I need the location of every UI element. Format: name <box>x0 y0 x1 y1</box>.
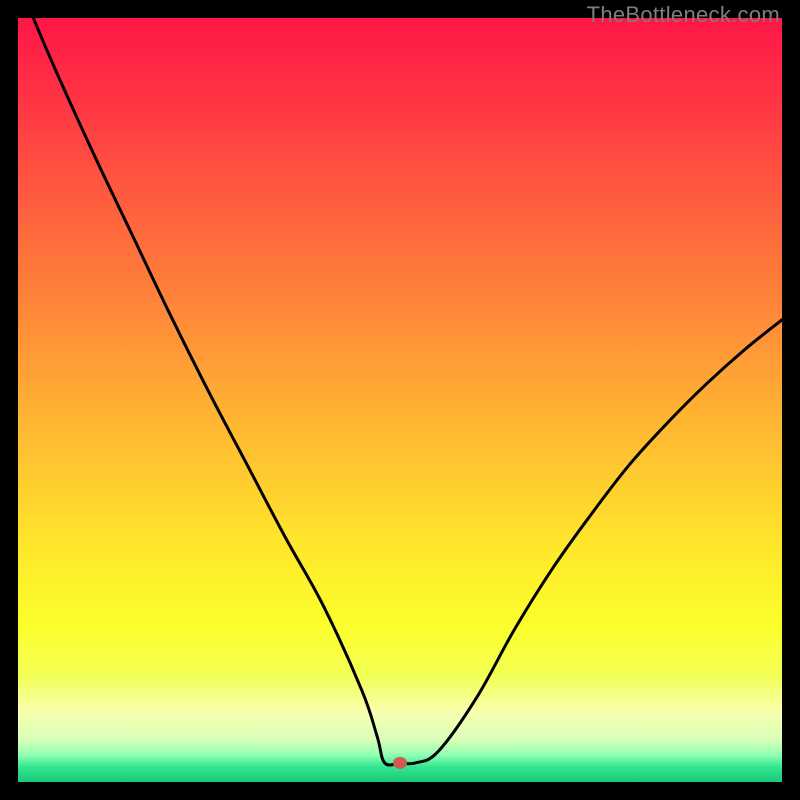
gradient-background <box>18 18 782 782</box>
bottleneck-chart <box>18 18 782 782</box>
chart-frame <box>18 18 782 782</box>
optimal-point-marker <box>393 757 407 769</box>
watermark-text: TheBottleneck.com <box>587 2 780 28</box>
